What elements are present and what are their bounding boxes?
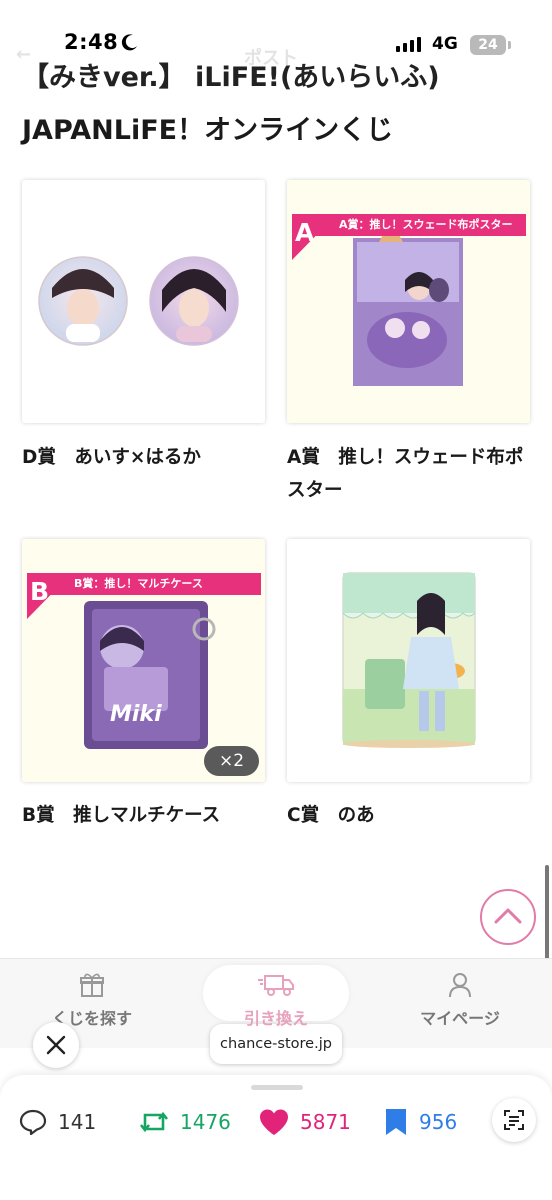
tab-label: マイページ: [420, 1009, 500, 1028]
chevron-up-icon: [494, 908, 522, 924]
prize-card-c-label[interactable]: C賞 のあ: [287, 799, 537, 832]
scroll-to-top-button[interactable]: [480, 889, 536, 945]
text-scan-icon: [504, 1110, 524, 1130]
prize-card-b-label[interactable]: B賞 推しマルチケース: [22, 799, 272, 832]
prize-card-d-label[interactable]: D賞 あいす×はるか: [22, 441, 272, 474]
prize-letter: B: [30, 577, 50, 606]
repost-count: 1476: [180, 1110, 231, 1134]
bookmark-button[interactable]: 956: [383, 1104, 457, 1140]
heart-icon: [260, 1109, 288, 1135]
like-count: 5871: [300, 1110, 351, 1134]
back-arrow-icon[interactable]: ←: [16, 44, 31, 65]
tab-label: くじを探す: [51, 1009, 132, 1028]
tab-label: 引き換え: [243, 1009, 308, 1028]
prize-card-a-label[interactable]: A賞 推し！スウェード布ポスター: [287, 441, 537, 507]
tab-my-page[interactable]: マイページ: [368, 959, 552, 1049]
scan-text-button[interactable]: [492, 1098, 536, 1142]
tab-search-lottery[interactable]: くじを探す: [0, 959, 184, 1049]
sheet-grabber[interactable]: [251, 1085, 303, 1090]
prize-letter: A: [295, 218, 315, 247]
nav-title: ポスト: [244, 48, 298, 69]
prize-card-d[interactable]: [22, 180, 265, 423]
prize-banner-text: B賞：推し！マルチケース: [74, 577, 203, 590]
badges-photo: [38, 256, 239, 346]
quantity-badge: ×2: [204, 746, 259, 776]
like-button[interactable]: 5871: [258, 1104, 351, 1140]
status-time: 2:48: [64, 30, 119, 54]
prize-card-b[interactable]: Miki B賞：推し！マルチケース B ×2: [22, 539, 265, 782]
bookmark-icon: [386, 1109, 406, 1135]
bookmark-count: 956: [419, 1110, 458, 1134]
reply-count: 141: [58, 1110, 97, 1134]
prize-card-c[interactable]: [287, 539, 530, 782]
repost-icon: [139, 1111, 169, 1133]
status-bar: 2:48 ← ポスト 4G 24: [0, 0, 552, 69]
close-button[interactable]: [33, 1022, 79, 1068]
person-icon: [449, 973, 471, 998]
reply-icon: [19, 1109, 47, 1136]
battery-icon: 24: [470, 35, 506, 55]
truck-icon: [258, 975, 294, 996]
prize-card-a[interactable]: A賞：推し！スウェード布ポスター A: [287, 180, 530, 423]
signal-icon: [396, 36, 421, 52]
network-type: 4G: [432, 34, 458, 54]
prize-banner-text: A賞：推し！スウェード布ポスター: [339, 218, 513, 231]
acrylic-stand-photo: [287, 539, 530, 782]
repost-button[interactable]: 1476: [138, 1104, 231, 1140]
svg-text:Miki: Miki: [110, 702, 162, 727]
moon-icon: [121, 34, 137, 51]
domain-label[interactable]: chance-store.jp: [210, 1024, 342, 1064]
page-title-line2: JAPANLiFE！オンラインくじ: [22, 115, 394, 146]
close-icon: [46, 1035, 66, 1055]
gift-icon: [80, 973, 104, 997]
reply-button[interactable]: 141: [18, 1104, 96, 1140]
